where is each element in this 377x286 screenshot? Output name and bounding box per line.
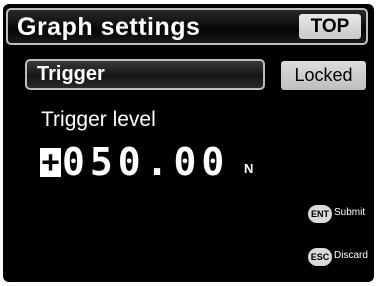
ent-key-icon[interactable]: ENT xyxy=(308,205,332,223)
page-title: Graph settings xyxy=(17,13,201,41)
trigger-field[interactable]: Trigger xyxy=(25,59,265,90)
trigger-field-label: Trigger xyxy=(37,63,105,85)
unit-label: N xyxy=(244,161,254,176)
sign-glyph: + xyxy=(41,145,60,180)
submit-label: Submit xyxy=(334,207,366,218)
device-screen: Graph settings TOP Trigger Locked Trigge… xyxy=(3,4,374,282)
top-button[interactable]: TOP xyxy=(299,14,361,39)
esc-key-icon[interactable]: ESC xyxy=(308,248,332,266)
discard-label: Discard xyxy=(334,250,368,261)
sign-cursor[interactable]: + xyxy=(40,145,61,180)
trigger-level-digits[interactable]: 050.00 xyxy=(62,140,229,184)
locked-status-badge[interactable]: Locked xyxy=(281,61,366,90)
trigger-level-label: Trigger level xyxy=(41,108,156,131)
title-bar: Graph settings TOP xyxy=(6,8,368,45)
